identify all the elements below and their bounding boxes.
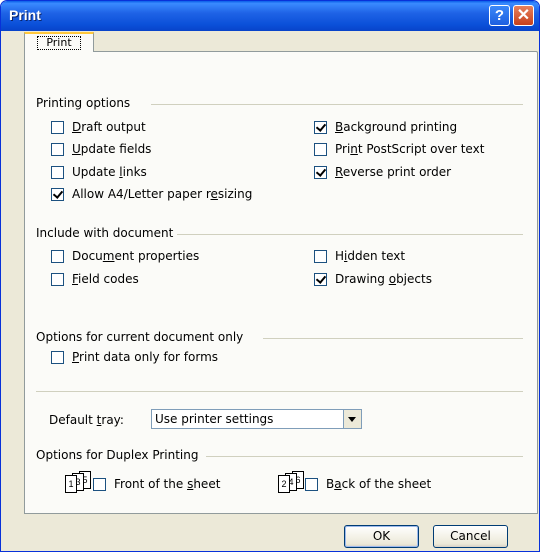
default-tray-label: Default tray:	[49, 413, 124, 427]
back-of-sheet-checkbox[interactable]: Back of the sheet	[305, 477, 431, 491]
update-fields-checkbox[interactable]: Update fields	[51, 142, 151, 156]
drawing-objects-checkbox[interactable]: Drawing objects	[314, 272, 432, 286]
front-pages-icon: 5 3 1	[63, 471, 91, 493]
back-of-sheet-box[interactable]	[305, 477, 318, 491]
allow-resize-checkbox[interactable]: Allow A4/Letter paper resizing	[51, 187, 252, 201]
allow-resize-box[interactable]	[51, 187, 64, 201]
back-pages-icon: 6 4 2	[276, 471, 304, 493]
background-printing-checkbox[interactable]: Background printing	[314, 120, 457, 134]
include-divider	[177, 234, 523, 235]
cancel-button[interactable]: Cancel	[433, 525, 508, 548]
print-dialog: Print ? ✕ Print Printing options Draft o…	[0, 0, 540, 552]
section-separator	[36, 391, 523, 392]
front-of-sheet-box[interactable]	[93, 477, 106, 491]
draft-output-box[interactable]	[51, 120, 64, 134]
current-doc-divider	[263, 338, 523, 339]
drawing-objects-box[interactable]	[314, 272, 327, 286]
hidden-text-label: Hidden text	[335, 249, 406, 263]
reverse-order-checkbox[interactable]: Reverse print order	[314, 165, 451, 179]
default-tray-value: Use printer settings	[155, 412, 274, 426]
field-codes-checkbox[interactable]: Field codes	[51, 272, 139, 286]
duplex-options-title: Options for Duplex Printing	[36, 448, 199, 462]
document-properties-checkbox[interactable]: Document properties	[51, 249, 199, 263]
field-codes-label: Field codes	[72, 272, 139, 286]
document-properties-label: Document properties	[72, 249, 200, 263]
drawing-objects-label: Drawing objects	[335, 272, 432, 286]
draft-output-label: Draft output	[72, 120, 146, 134]
duplex-divider	[206, 456, 523, 457]
hidden-text-checkbox[interactable]: Hidden text	[314, 249, 405, 263]
background-printing-label: Background printing	[335, 120, 458, 134]
allow-resize-label: Allow A4/Letter paper resizing	[72, 187, 253, 201]
print-postscript-label: Print PostScript over text	[335, 142, 485, 156]
tab-print[interactable]: Print	[24, 32, 94, 52]
draft-output-checkbox[interactable]: Draft output	[51, 120, 146, 134]
update-links-label: Update links	[72, 165, 147, 179]
front-of-sheet-checkbox[interactable]: Front of the sheet	[93, 477, 220, 491]
ok-button[interactable]: OK	[344, 525, 419, 548]
close-button[interactable]: ✕	[513, 5, 534, 26]
front-page-1: 1	[65, 475, 77, 493]
field-codes-box[interactable]	[51, 272, 64, 286]
title-bar[interactable]: Print ? ✕	[1, 1, 539, 31]
hidden-text-box[interactable]	[314, 249, 327, 263]
print-data-only-label: Print data only for forms	[72, 350, 219, 364]
print-postscript-box[interactable]	[314, 142, 327, 156]
update-fields-label: Update fields	[72, 142, 152, 156]
window-title: Print	[9, 7, 41, 23]
front-of-sheet-label: Front of the sheet	[114, 477, 221, 491]
include-with-document-title: Include with document	[36, 226, 174, 240]
reverse-order-box[interactable]	[314, 165, 327, 179]
reverse-order-label: Reverse print order	[335, 165, 452, 179]
update-links-checkbox[interactable]: Update links	[51, 165, 147, 179]
update-fields-box[interactable]	[51, 142, 64, 156]
print-data-only-box[interactable]	[51, 350, 64, 364]
update-links-box[interactable]	[51, 165, 64, 179]
default-tray-select[interactable]: Use printer settings	[151, 409, 362, 429]
print-data-only-checkbox[interactable]: Print data only for forms	[51, 350, 218, 364]
tab-print-label: Print	[37, 36, 81, 50]
printing-options-divider	[151, 104, 523, 105]
printing-options-title: Printing options	[36, 96, 131, 110]
help-button[interactable]: ?	[489, 5, 510, 26]
background-printing-box[interactable]	[314, 120, 327, 134]
print-postscript-checkbox[interactable]: Print PostScript over text	[314, 142, 484, 156]
current-doc-options-title: Options for current document only	[36, 330, 244, 344]
back-page-1: 2	[278, 475, 290, 493]
chevron-down-icon[interactable]	[343, 410, 361, 428]
document-properties-box[interactable]	[51, 249, 64, 263]
back-of-sheet-label: Back of the sheet	[326, 477, 432, 491]
